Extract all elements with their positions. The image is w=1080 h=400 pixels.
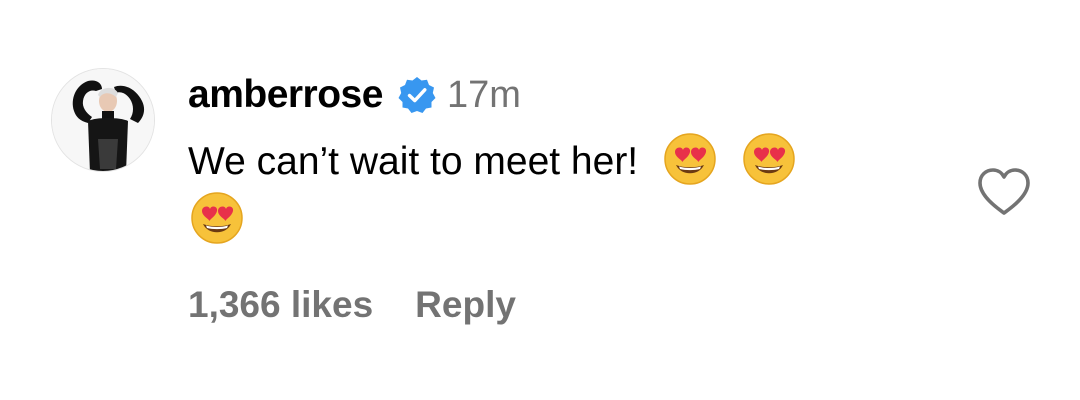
- likes-count[interactable]: 1,366 likes: [188, 284, 373, 326]
- avatar[interactable]: [51, 68, 155, 172]
- comment-meta: 1,366 likes Reply: [188, 282, 516, 328]
- comment-text-body: We can’t wait to meet her!: [188, 140, 639, 183]
- username[interactable]: amberrose: [188, 73, 383, 117]
- heart-eyes-emoji-icon: [742, 132, 796, 186]
- avatar-image: [52, 69, 154, 171]
- heart-eyes-emoji-icon: [190, 191, 244, 245]
- timestamp: 17m: [446, 73, 521, 116]
- heart-eyes-emoji-icon: [663, 132, 717, 186]
- reply-button[interactable]: Reply: [415, 284, 516, 326]
- like-button[interactable]: [976, 166, 1032, 218]
- heart-outline-icon: [978, 168, 1030, 215]
- comment-text: We can’t wait to meet her!: [188, 132, 948, 250]
- comment-header: amberrose 17m: [188, 70, 521, 120]
- verified-badge-icon: [397, 75, 437, 115]
- comment: amberrose 17m We can’t wait to meet her!: [0, 0, 1080, 400]
